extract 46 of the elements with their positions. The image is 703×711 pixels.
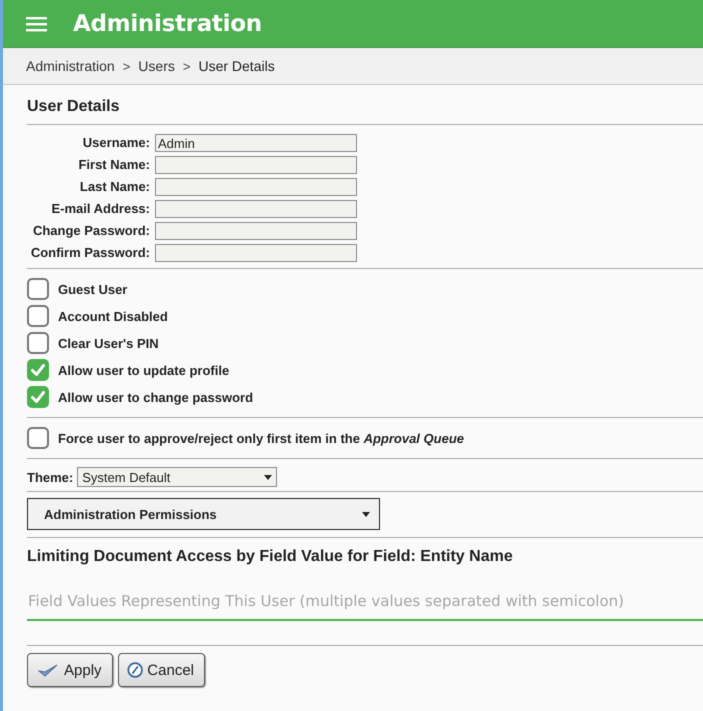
field-label: First Name:	[77, 156, 150, 174]
text-field[interactable]	[155, 156, 357, 174]
field-values-input[interactable]: Field Values Representing This User (multiple values separated with semicolon)	[27, 587, 703, 621]
menu-button[interactable]	[26, 16, 47, 32]
text-field[interactable]	[155, 244, 357, 262]
breadcrumb-separator: >	[182, 58, 192, 74]
check-icon	[31, 364, 45, 376]
checkbox[interactable]	[27, 359, 49, 381]
breadcrumb-link[interactable]: Administration	[26, 58, 115, 74]
field-label: Last Name:	[78, 178, 150, 196]
breadcrumb-link[interactable]: Users	[138, 58, 175, 74]
caret-icon	[362, 512, 370, 516]
section-heading: Limiting Document Access by Field Value for Field: Entity Name	[27, 548, 514, 566]
checkbox-label: Force user to approve/reject only first item in the Approval Queue	[58, 430, 464, 446]
checkbox[interactable]	[27, 305, 49, 327]
text-field[interactable]: Admin	[155, 134, 357, 152]
checkbox[interactable]	[27, 278, 49, 300]
prohibited-icon	[127, 661, 144, 679]
section-title: User Details	[27, 97, 120, 116]
cancel-button[interactable]: Cancel	[118, 653, 205, 687]
theme-dropdown[interactable]: System Default	[77, 467, 278, 487]
checkbox[interactable]	[27, 332, 49, 354]
check-icon	[38, 663, 58, 677]
check-icon	[31, 391, 45, 403]
checkbox-label: Guest User	[58, 282, 128, 296]
permissions-dropdown[interactable]: Administration Permissions	[27, 498, 380, 530]
field-label: Change Password:	[32, 222, 150, 240]
text-field[interactable]	[155, 178, 357, 196]
breadcrumb-separator: >	[122, 58, 132, 74]
text-field[interactable]	[155, 222, 357, 240]
apply-button[interactable]: Apply	[27, 653, 113, 687]
field-label: E-mail Address:	[50, 200, 150, 218]
checkbox[interactable]	[27, 386, 49, 408]
checkbox[interactable]	[27, 427, 49, 449]
text-field[interactable]	[155, 200, 357, 218]
caret-icon	[264, 474, 272, 480]
field-label: Confirm Password:	[30, 244, 150, 262]
checkbox-label: Account Disabled	[58, 308, 168, 324]
field-label: Username:	[82, 134, 150, 152]
theme-label: Theme:	[27, 470, 74, 484]
menu-icon	[26, 16, 47, 32]
checkbox-label: Clear User's PIN	[58, 336, 159, 350]
breadcrumb-current: User Details	[198, 58, 275, 74]
checkbox-label: Allow user to update profile	[58, 362, 230, 378]
checkbox-label: Allow user to change password	[58, 390, 254, 404]
page-title: Administration	[73, 10, 262, 36]
